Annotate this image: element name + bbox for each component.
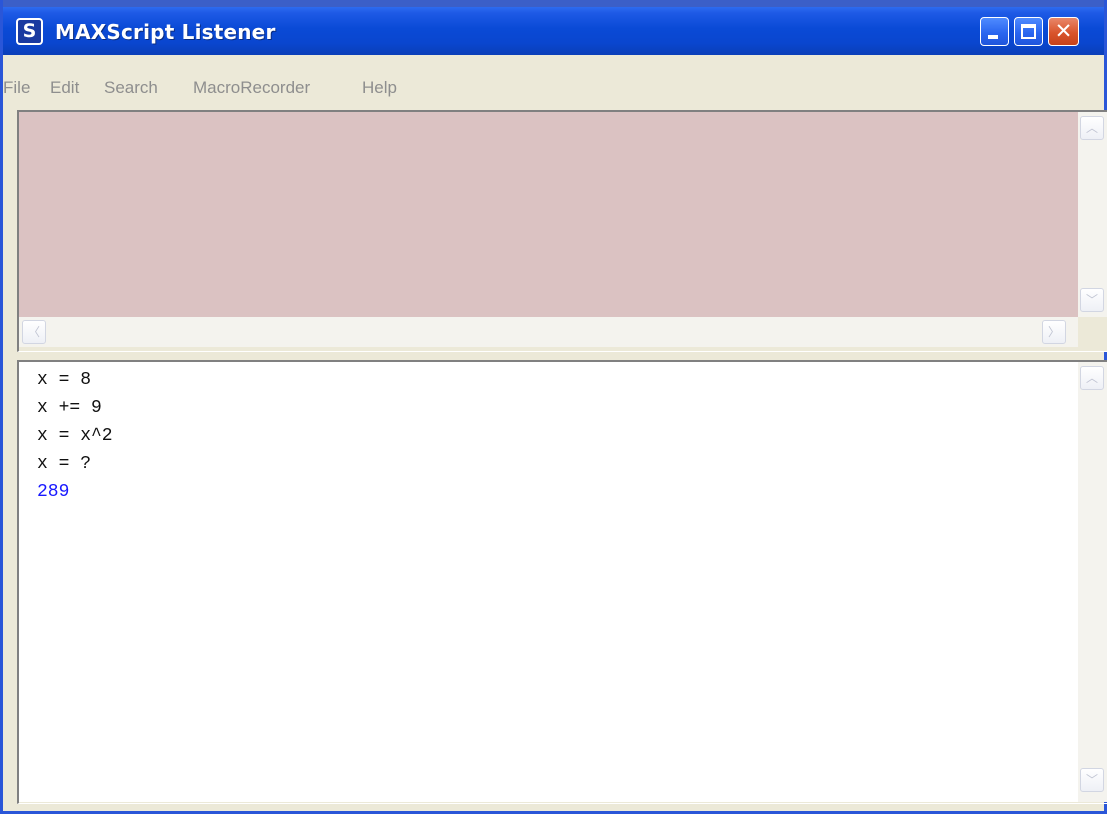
maximize-icon	[1021, 24, 1036, 39]
chevron-right-icon: 〉	[1047, 325, 1060, 339]
chevron-down-icon: ﹀	[1085, 293, 1098, 307]
scroll-up-button[interactable]: ︿	[1080, 116, 1104, 140]
menu-help[interactable]: Help	[362, 78, 397, 98]
minimize-button[interactable]	[980, 17, 1009, 46]
macro-recorder-text-area[interactable]	[19, 112, 1078, 317]
listener-line: x = x^2	[37, 426, 113, 446]
listener-line: x = ?	[37, 454, 92, 474]
scroll-down-button[interactable]: ﹀	[1080, 288, 1104, 312]
maxscript-listener-window: S MAXScript Listener ✕ File Edit Search …	[0, 0, 1107, 814]
maximize-button[interactable]	[1014, 17, 1043, 46]
listener-vertical-scrollbar[interactable]: ︿ ﹀	[1078, 362, 1107, 802]
chevron-up-icon: ︿	[1085, 371, 1098, 385]
chevron-left-icon: 〈	[27, 325, 40, 339]
minimize-icon	[988, 35, 998, 39]
close-button[interactable]: ✕	[1048, 17, 1079, 46]
scroll-left-button[interactable]: 〈	[22, 320, 46, 344]
macro-recorder-pane: ︿ ﹀ 〈 〉	[17, 110, 1107, 352]
listener-output-pane: x = 8 x += 9 x = x^2 x = ? 289 ︿ ﹀	[17, 360, 1107, 804]
menu-macrorecorder[interactable]: MacroRecorder	[193, 78, 310, 98]
top-ruler-strip	[3, 0, 1104, 7]
chevron-down-icon: ﹀	[1085, 773, 1098, 787]
scrollbar-corner	[1078, 317, 1107, 351]
menu-bar: File Edit Search MacroRecorder Help	[3, 55, 1104, 108]
menu-search[interactable]: Search	[104, 78, 158, 98]
macro-recorder-vertical-scrollbar[interactable]: ︿ ﹀	[1078, 112, 1107, 317]
close-icon: ✕	[1054, 19, 1073, 43]
listener-result-line: 289	[37, 482, 70, 502]
menu-edit[interactable]: Edit	[50, 78, 79, 98]
title-bar[interactable]: S MAXScript Listener ✕	[3, 7, 1104, 55]
scroll-down-button[interactable]: ﹀	[1080, 768, 1104, 792]
scroll-up-button[interactable]: ︿	[1080, 366, 1104, 390]
chevron-up-icon: ︿	[1085, 121, 1098, 135]
maxscript-app-icon[interactable]: S	[16, 18, 43, 45]
listener-line: x = 8	[37, 370, 92, 390]
listener-line: x += 9	[37, 398, 102, 418]
scroll-right-button[interactable]: 〉	[1042, 320, 1066, 344]
menu-file[interactable]: File	[3, 78, 30, 98]
listener-text-area[interactable]: x = 8 x += 9 x = x^2 x = ? 289	[19, 362, 1078, 802]
window-title: MAXScript Listener	[55, 20, 276, 44]
macro-recorder-horizontal-scrollbar[interactable]: 〈 〉	[19, 317, 1078, 347]
